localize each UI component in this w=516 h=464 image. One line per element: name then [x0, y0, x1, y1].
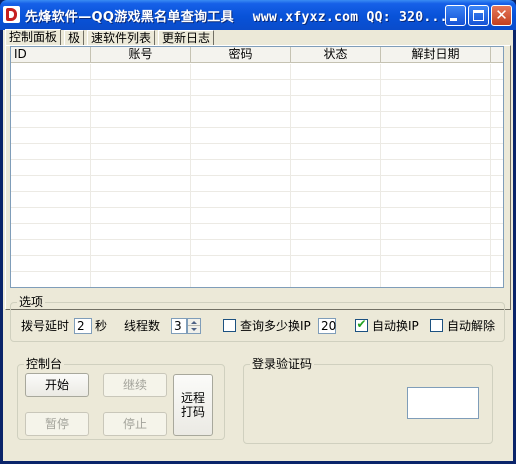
- threads-label: 线程数: [124, 319, 161, 333]
- start-button[interactable]: 开始: [25, 373, 89, 397]
- window-title-cn: 先烽软件—QQ游戏黑名单查询工具: [25, 10, 234, 25]
- pause-button-label: 暂停: [44, 417, 69, 431]
- remote-captcha-button-label: 远程 打码: [174, 391, 212, 419]
- tab-ji[interactable]: 极: [64, 30, 85, 46]
- pause-button[interactable]: 暂停: [25, 412, 89, 436]
- column-header-password[interactable]: 密码: [191, 47, 291, 63]
- login-captcha-group-label: 登录验证码: [250, 357, 315, 371]
- maximize-button[interactable]: [468, 5, 489, 26]
- minimize-button[interactable]: [445, 5, 466, 26]
- results-table[interactable]: ID 账号 密码 状态 解封日期: [10, 46, 504, 288]
- threads-input[interactable]: 3: [171, 318, 187, 334]
- dial-delay-input[interactable]: 2: [74, 318, 92, 334]
- column-header-account[interactable]: 账号: [91, 47, 191, 63]
- auto-change-ip-label: 自动换IP: [372, 319, 419, 333]
- minimize-icon: [450, 18, 457, 21]
- threads-stepper[interactable]: [187, 318, 201, 334]
- options-group: 选项 拨号延时 2 秒 线程数 3 查询多少换IP 20 ✔ 自动换IP 自动解…: [10, 295, 505, 342]
- window-title-rest: www.xfyxz.com QQ: 320...: [252, 10, 448, 25]
- column-header-id[interactable]: ID: [11, 47, 91, 63]
- control-group-label: 控制台: [24, 357, 65, 371]
- captcha-image-box[interactable]: [407, 387, 479, 419]
- close-icon: ✕: [495, 6, 508, 24]
- stop-button-label: 停止: [122, 417, 147, 431]
- maximize-icon: [473, 10, 484, 21]
- app-window: 先烽软件—QQ游戏黑名单查询工具 www.xfyxz.com QQ: 320..…: [0, 0, 516, 464]
- options-group-label: 选项: [17, 295, 46, 309]
- column-header-status[interactable]: 状态: [291, 47, 381, 63]
- query-change-ip-checkbox[interactable]: [223, 319, 236, 332]
- stop-button[interactable]: 停止: [103, 412, 167, 436]
- continue-button-label: 继续: [122, 378, 147, 392]
- tab-update-log[interactable]: 更新日志: [158, 30, 215, 46]
- auto-unban-label: 自动解除: [447, 319, 496, 333]
- dial-delay-label: 拨号延时: [21, 319, 70, 333]
- tab-control-panel[interactable]: 控制面板: [5, 29, 62, 46]
- dial-delay-unit: 秒: [95, 319, 108, 333]
- remote-captcha-button[interactable]: 远程 打码: [173, 374, 213, 436]
- client-area: 控制面板 极 速软件列表 更新日志 ID 账号 密码 状态 解封日期 选项 拨号…: [3, 29, 513, 461]
- remote-captcha-line1: 远程: [180, 391, 205, 405]
- app-logo-icon[interactable]: [3, 6, 20, 23]
- continue-button[interactable]: 继续: [103, 373, 167, 397]
- title-bar[interactable]: 先烽软件—QQ游戏黑名单查询工具 www.xfyxz.com QQ: 320..…: [0, 0, 516, 30]
- query-change-ip-input[interactable]: 20: [318, 318, 336, 334]
- stepper-up-icon: [191, 321, 197, 324]
- checkmark-icon: ✔: [356, 317, 367, 331]
- close-button[interactable]: ✕: [491, 5, 512, 26]
- window-title: 先烽软件—QQ游戏黑名单查询工具 www.xfyxz.com QQ: 320..…: [25, 6, 448, 25]
- start-button-label: 开始: [44, 378, 69, 392]
- remote-captcha-line2: 打码: [180, 405, 205, 419]
- stepper-down-icon: [191, 328, 197, 331]
- auto-unban-checkbox[interactable]: [430, 319, 443, 332]
- column-header-unban-date[interactable]: 解封日期: [381, 47, 491, 63]
- table-body: [11, 64, 503, 287]
- table-header: ID 账号 密码 状态 解封日期: [11, 47, 503, 63]
- tab-software-list[interactable]: 速软件列表: [87, 30, 156, 46]
- query-change-ip-label: 查询多少换IP: [240, 319, 311, 333]
- auto-change-ip-checkbox[interactable]: ✔: [355, 317, 368, 332]
